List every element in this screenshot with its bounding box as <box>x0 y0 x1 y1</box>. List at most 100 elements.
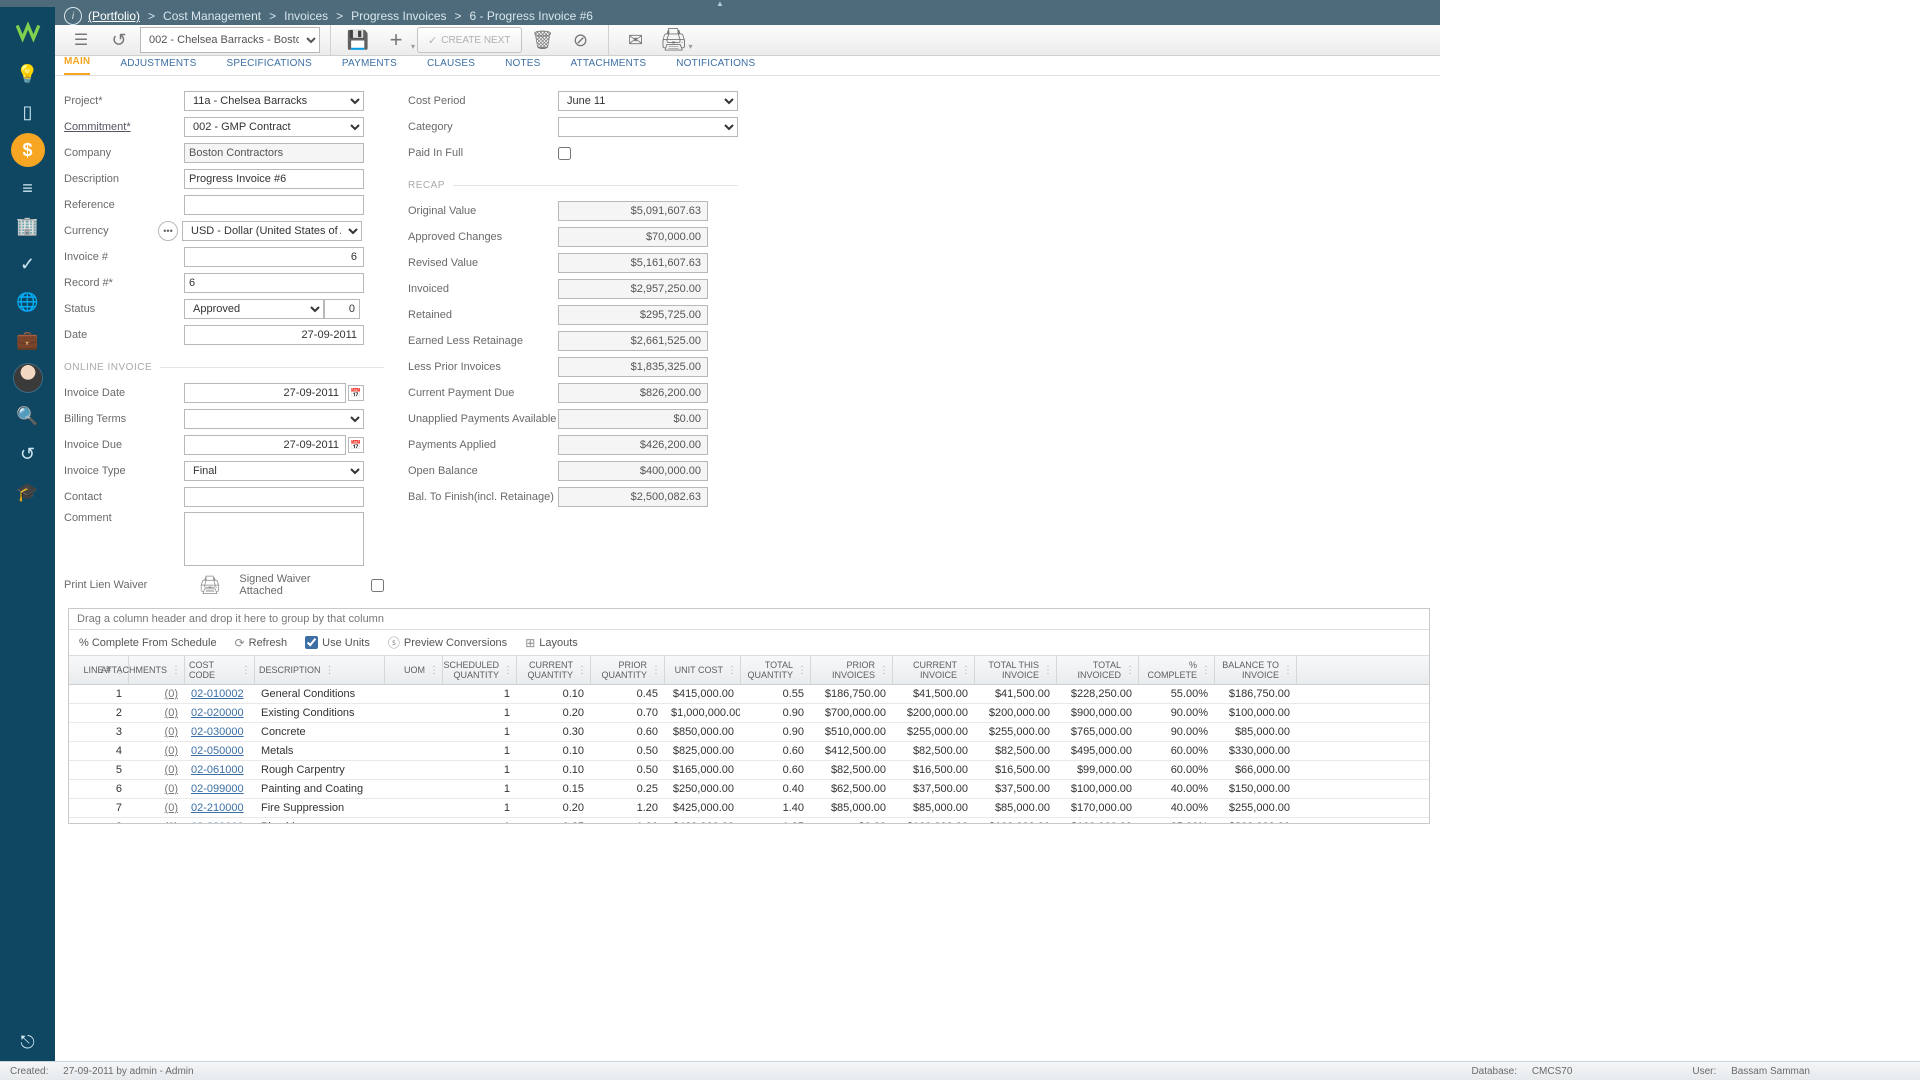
add-icon[interactable]: +▾ <box>379 25 413 55</box>
col-prior-qty[interactable]: PRIOR QUANTITY⋮ <box>591 656 665 684</box>
table-row[interactable]: 3(0)02-030000Concrete10.300.60$850,000.0… <box>69 723 1429 742</box>
create-next-button[interactable]: CREATE NEXT <box>417 27 522 53</box>
cancel-icon[interactable]: ⊘ <box>564 25 598 55</box>
col-uom[interactable]: UOM⋮ <box>385 656 443 684</box>
nav-avatar[interactable] <box>0 359 55 397</box>
table-row[interactable]: 2(0)02-020000Existing Conditions10.200.7… <box>69 704 1429 723</box>
currency-more-icon[interactable]: ••• <box>158 221 178 241</box>
col-pct-complete[interactable]: % COMPLETE⋮ <box>1139 656 1215 684</box>
invoice-type-field[interactable]: Final <box>184 461 364 481</box>
nav-lists-icon[interactable]: ≡ <box>0 169 55 207</box>
refresh-button[interactable]: ⟳Refresh <box>235 636 288 650</box>
lbl-current-payment: Current Payment Due <box>408 387 558 399</box>
nav-documents-icon[interactable]: ▯ <box>0 93 55 131</box>
nav-briefcase-icon[interactable]: 💼 <box>0 321 55 359</box>
lbl-project: Project <box>64 95 184 107</box>
nav-ideas-icon[interactable]: 💡 <box>0 55 55 93</box>
form-area: Project11a - Chelsea Barracks Commitment… <box>0 76 1440 602</box>
collapse-top-bar[interactable]: ▲ <box>0 0 1440 7</box>
col-total-invoiced[interactable]: TOTAL INVOICED⋮ <box>1057 656 1139 684</box>
nav-global-icon[interactable]: 🌐 <box>0 283 55 321</box>
tab-clauses[interactable]: CLAUSES <box>427 58 475 75</box>
tab-specifications[interactable]: SPECIFICATIONS <box>226 58 311 75</box>
col-description[interactable]: DESCRIPTION⋮ <box>255 656 385 684</box>
tab-notes[interactable]: NOTES <box>505 58 540 75</box>
invoice-no-field[interactable] <box>184 247 364 267</box>
print-icon[interactable]: 🖨▾ <box>657 25 691 55</box>
paid-in-full-checkbox[interactable] <box>558 147 571 160</box>
nav-logout-icon[interactable]: ⎋ <box>0 1023 55 1061</box>
lbl-commitment[interactable]: Commitment <box>64 121 184 133</box>
comment-field[interactable] <box>184 512 364 566</box>
info-icon[interactable]: i <box>64 7 82 25</box>
col-cost-code[interactable]: COST CODE⋮ <box>185 656 255 684</box>
billing-terms-field[interactable] <box>184 409 364 429</box>
table-row[interactable]: 8(0)02-220000Plumbing10.251.00$400,000.0… <box>69 818 1429 823</box>
category-field[interactable] <box>558 117 738 137</box>
layouts-button[interactable]: ⊞Layouts <box>525 636 578 650</box>
group-drop-hint[interactable]: Drag a column header and drop it here to… <box>69 609 1429 630</box>
table-row[interactable]: 1(0)02-010002General Conditions10.100.45… <box>69 685 1429 704</box>
project-selector[interactable]: 002 - Chelsea Barracks - Boston Contract… <box>140 27 320 53</box>
nav-search-icon[interactable]: 🔍 <box>0 397 55 435</box>
col-total-this-invoice[interactable]: TOTAL THIS INVOICE⋮ <box>975 656 1057 684</box>
project-field[interactable]: 11a - Chelsea Barracks <box>184 91 364 111</box>
preview-conversions-button[interactable]: ⓢPreview Conversions <box>388 634 507 651</box>
col-sched-qty[interactable]: SCHEDULED QUANTITY⋮ <box>443 656 517 684</box>
col-current-invoice[interactable]: CURRENT INVOICE⋮ <box>893 656 975 684</box>
app-logo[interactable] <box>0 9 55 55</box>
col-unit-cost[interactable]: UNIT COST⋮ <box>665 656 741 684</box>
retained-field <box>558 305 708 325</box>
grid-body[interactable]: 1(0)02-010002General Conditions10.100.45… <box>69 685 1429 823</box>
nav-education-icon[interactable]: 🎓 <box>0 473 55 511</box>
list-view-icon[interactable]: ☰ <box>64 25 98 55</box>
table-row[interactable]: 4(0)02-050000Metals10.100.50$825,000.000… <box>69 742 1429 761</box>
description-field[interactable] <box>184 169 364 189</box>
print-lien-icon[interactable]: 🖨 <box>199 575 222 596</box>
nav-cost-icon[interactable]: $ <box>0 131 55 169</box>
dollar-circle-icon: ⓢ <box>388 634 400 651</box>
calendar-icon[interactable]: 📅 <box>348 437 364 453</box>
col-balance-to-invoice[interactable]: BALANCE TO INVOICE⋮ <box>1215 656 1297 684</box>
breadcrumb-portfolio[interactable]: (Portfolio) <box>88 9 140 23</box>
invoice-date-field[interactable] <box>184 383 346 403</box>
table-row[interactable]: 7(0)02-210000Fire Suppression10.201.20$4… <box>69 799 1429 818</box>
invoice-due-field[interactable] <box>184 435 346 455</box>
tab-payments[interactable]: PAYMENTS <box>342 58 397 75</box>
layouts-icon: ⊞ <box>525 636 535 650</box>
tab-main[interactable]: MAIN <box>64 56 90 75</box>
calendar-icon[interactable]: 📅 <box>348 385 364 401</box>
col-current-qty[interactable]: CURRENT QUANTITY⋮ <box>517 656 591 684</box>
email-icon[interactable]: ✉ <box>619 25 653 55</box>
record-no-field[interactable] <box>184 273 364 293</box>
tab-notifications[interactable]: NOTIFICATIONS <box>676 58 755 75</box>
pct-from-schedule-button[interactable]: % Complete From Schedule <box>79 637 217 649</box>
status-bar: Created: 27-09-2011 by admin - Admin Dat… <box>0 1061 1920 1080</box>
approved-changes-field <box>558 227 708 247</box>
col-attachments[interactable]: ATTACHMENTS⋮ <box>129 656 185 684</box>
table-row[interactable]: 5(0)02-061000Rough Carpentry10.100.50$16… <box>69 761 1429 780</box>
status-field[interactable]: Approved <box>184 299 324 319</box>
reference-field[interactable] <box>184 195 364 215</box>
col-total-qty[interactable]: TOTAL QUANTITY⋮ <box>741 656 811 684</box>
tab-adjustments[interactable]: ADJUSTMENTS <box>120 58 196 75</box>
contact-field[interactable] <box>184 487 364 507</box>
col-prior-invoices[interactable]: PRIOR INVOICES⋮ <box>811 656 893 684</box>
nav-buildings-icon[interactable]: 🏢 <box>0 207 55 245</box>
tab-attachments[interactable]: ATTACHMENTS <box>571 58 647 75</box>
table-row[interactable]: 6(0)02-099000Painting and Coating10.150.… <box>69 780 1429 799</box>
breadcrumb: i (Portfolio) >Cost Management >Invoices… <box>0 7 1440 25</box>
use-units-toggle[interactable]: Use Units <box>305 636 370 649</box>
save-icon[interactable]: 💾 <box>341 25 375 55</box>
lbl-bal-finish: Bal. To Finish(incl. Retainage) <box>408 491 558 503</box>
cost-period-field[interactable]: June 11 <box>558 91 738 111</box>
nav-approvals-icon[interactable]: ✓ <box>0 245 55 283</box>
currency-field[interactable]: USD - Dollar (United States of America) <box>182 221 362 241</box>
delete-icon[interactable]: 🗑 <box>526 25 560 55</box>
commitment-field[interactable]: 002 - GMP Contract <box>184 117 364 137</box>
date-field[interactable] <box>184 325 364 345</box>
history-icon[interactable]: ↺ <box>102 25 136 55</box>
status-num-field[interactable] <box>324 299 360 319</box>
signed-waiver-checkbox[interactable] <box>371 579 384 592</box>
nav-history-icon[interactable]: ↺ <box>0 435 55 473</box>
